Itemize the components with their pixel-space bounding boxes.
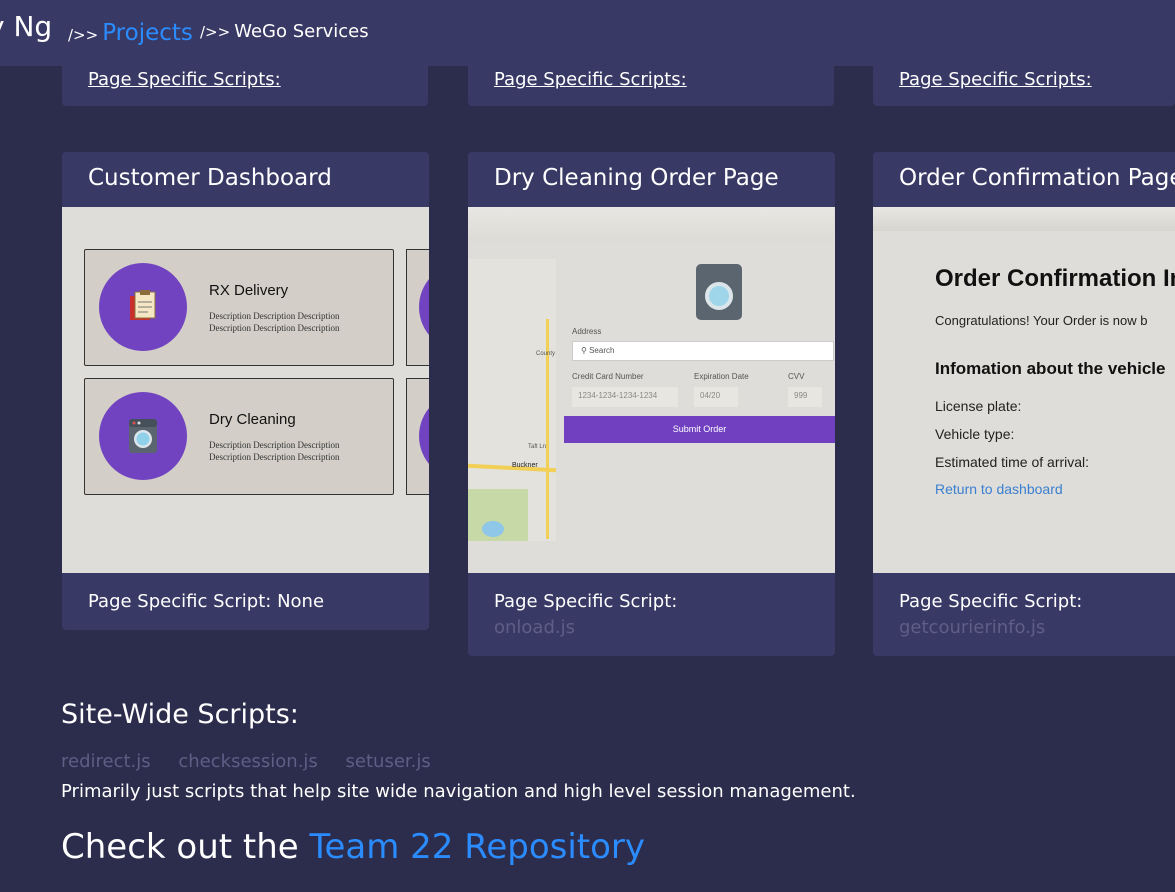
project-card-customer-dashboard: Customer Dashboard RX Delivery Descripti… — [62, 152, 429, 630]
page-specific-scripts-link[interactable]: Page Specific Scripts: — [494, 69, 687, 90]
site-wide-scripts-list: redirect.js checksession.js setuser.js — [61, 751, 453, 772]
script-link-setuser[interactable]: setuser.js — [346, 751, 431, 772]
service-icon-circle — [419, 263, 429, 351]
exp-label: Expiration Date — [694, 372, 749, 381]
repo-prefix: Check out the — [61, 827, 310, 867]
search-input[interactable]: ⚲ Search — [572, 341, 834, 361]
service-tile-dry-cleaning: Dry Cleaning Description Description Des… — [84, 378, 394, 495]
site-wide-description: Primarily just scripts that help site wi… — [61, 781, 856, 802]
screenshot-header-band — [468, 207, 834, 241]
service-tile-partial — [406, 249, 429, 366]
service-tile-partial — [406, 378, 429, 495]
cvv-field[interactable]: 999 — [788, 387, 822, 407]
page-screenshot[interactable]: Order Confirmation In Congratulations! Y… — [873, 207, 1175, 573]
repository-link[interactable]: Team 22 Repository — [310, 827, 646, 867]
search-placeholder: Search — [589, 346, 615, 355]
page-specific-scripts-link[interactable]: Page Specific Scripts: — [88, 69, 281, 90]
brand-name[interactable]: y Ng — [0, 10, 52, 43]
license-plate-label: License plate: — [935, 398, 1022, 414]
cc-label: Credit Card Number — [572, 372, 644, 381]
map-label: County — [536, 351, 556, 357]
map-water — [482, 521, 504, 537]
service-description: Description Description Description Desc… — [209, 311, 340, 333]
return-dashboard-link[interactable]: Return to dashboard — [935, 481, 1063, 497]
project-card-order-confirmation: Order Confirmation Page Order Confirmati… — [873, 152, 1175, 656]
script-file-link[interactable]: onload.js — [494, 617, 809, 638]
script-link-redirect[interactable]: redirect.js — [61, 751, 151, 772]
script-link-checksession[interactable]: checksession.js — [178, 751, 317, 772]
address-label: Address — [572, 327, 602, 336]
card-footer: Page Specific Script: None — [62, 573, 429, 630]
card-title: Dry Cleaning Order Page — [494, 165, 779, 191]
site-wide-scripts-heading: Site-Wide Scripts: — [61, 699, 299, 730]
current-page-label: WeGo Services — [234, 21, 369, 42]
service-tile-rx: RX Delivery Description Description Desc… — [84, 249, 394, 366]
vehicle-info-heading: Infomation about the vehicle — [935, 359, 1166, 378]
washer-icon — [696, 264, 742, 320]
washer-icon — [99, 392, 187, 480]
top-navbar: y Ng />>Projects />>WeGo Services — [0, 0, 1175, 66]
page-specific-script-label: Page Specific Script: None — [88, 591, 325, 612]
cvv-label: CVV — [788, 372, 805, 381]
breadcrumb-current: />> WeGo Services — [200, 20, 369, 42]
page-specific-script-label: Page Specific Script: — [899, 591, 1083, 612]
cc-field[interactable]: 1234-1234-1234-1234 — [572, 387, 678, 407]
card-title: Customer Dashboard — [88, 165, 332, 191]
breadcrumb-projects: />> Projects — [68, 20, 193, 46]
card-footer: Page Specific Script: getcourierinfo.js — [873, 573, 1175, 656]
page-specific-script-label: Page Specific Script: — [494, 591, 678, 612]
submit-order-button[interactable]: Submit Order — [564, 416, 835, 443]
confirmation-title: Order Confirmation In — [935, 265, 1175, 292]
page-screenshot[interactable]: RX Delivery Description Description Desc… — [62, 207, 429, 573]
projects-link[interactable]: Projects — [102, 20, 193, 46]
exp-field[interactable]: 04/20 — [694, 387, 738, 407]
repository-callout: Check out the Team 22 Repository — [61, 827, 645, 867]
project-card-dry-cleaning: Dry Cleaning Order Page County Buckner T… — [468, 152, 835, 656]
map-panel: County Buckner Taft Ln — [468, 259, 557, 541]
script-file-link[interactable]: getcourierinfo.js — [899, 617, 1149, 638]
breadcrumb-separator: />> — [68, 26, 99, 44]
card-title: Order Confirmation Page — [899, 165, 1175, 191]
service-name: Dry Cleaning — [209, 411, 296, 428]
service-icon-circle — [419, 392, 429, 480]
eta-label: Estimated time of arrival: — [935, 454, 1090, 470]
vehicle-type-label: Vehicle type: — [935, 426, 1015, 442]
service-name: RX Delivery — [209, 282, 289, 299]
breadcrumb-separator: />> — [200, 23, 231, 41]
service-description: Description Description Description Desc… — [209, 440, 340, 462]
congrats-text: Congratulations! Your Order is now b — [935, 313, 1148, 328]
page-screenshot[interactable]: County Buckner Taft Ln Address ⚲ Search … — [468, 207, 835, 573]
screenshot-header-band — [873, 207, 1175, 231]
map-label: Taft Ln — [528, 444, 547, 450]
card-footer: Page Specific Script: onload.js — [468, 573, 835, 656]
page-specific-scripts-link[interactable]: Page Specific Scripts: — [899, 69, 1092, 90]
clipboard-icon — [99, 263, 187, 351]
map-label: Buckner — [512, 462, 538, 469]
